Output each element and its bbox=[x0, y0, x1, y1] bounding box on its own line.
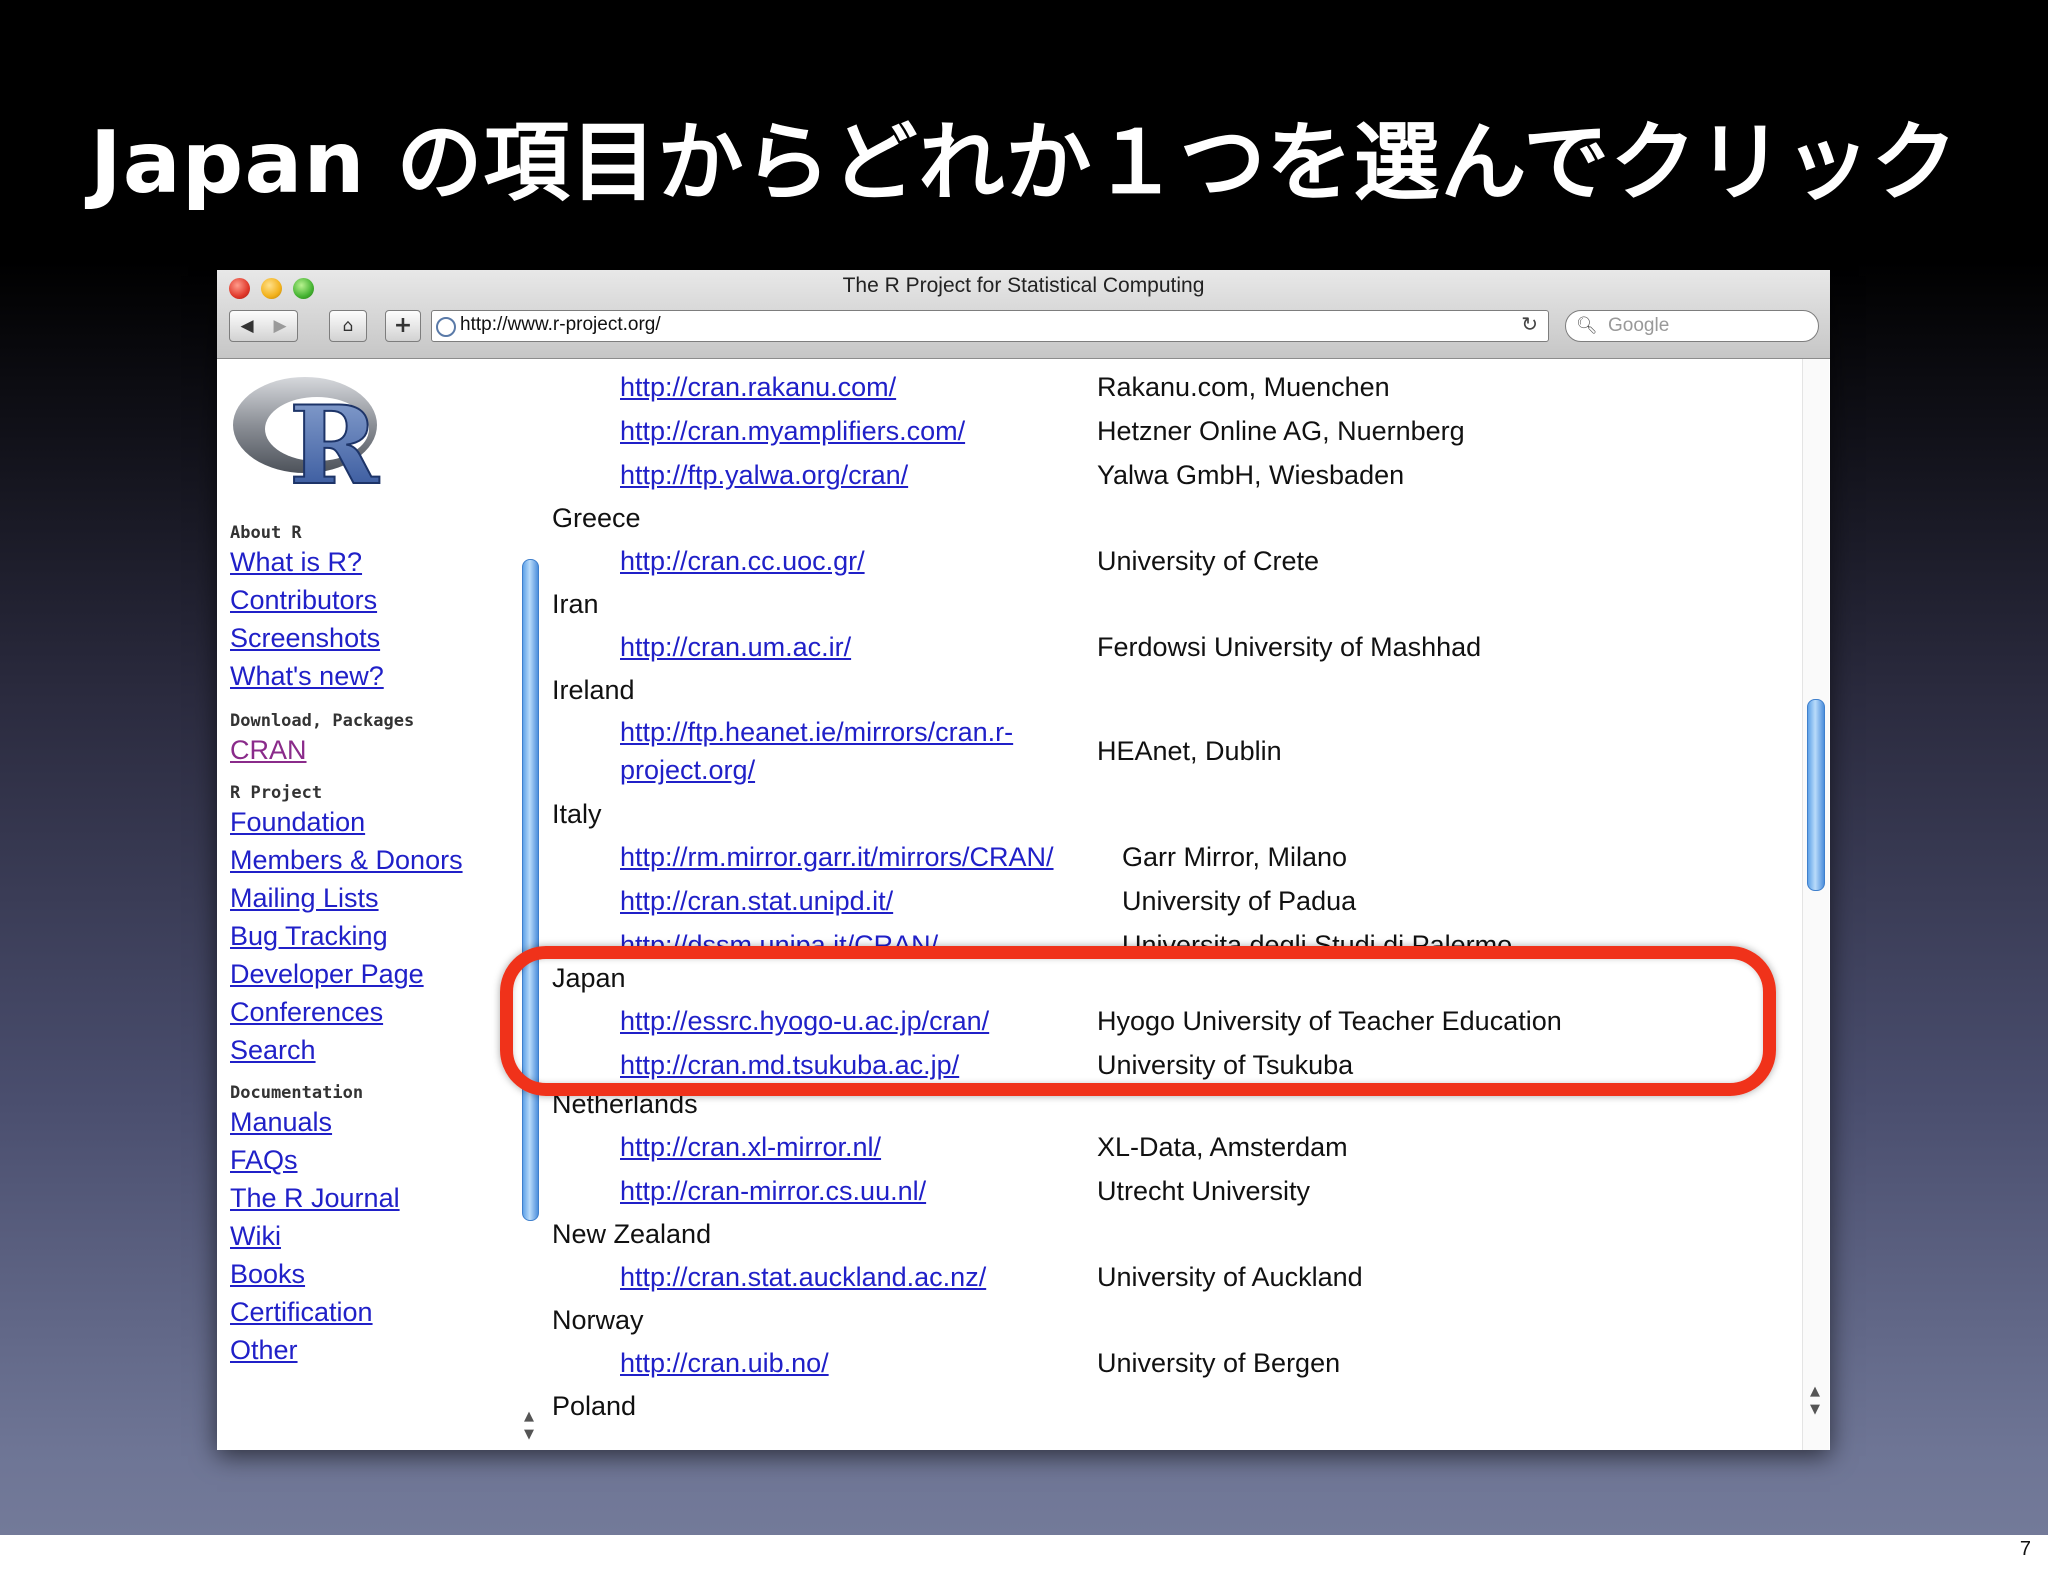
sidebar-link-contributors[interactable]: Contributors bbox=[230, 581, 510, 619]
sidebar-link-other[interactable]: Other bbox=[230, 1331, 510, 1369]
add-bookmark-button[interactable]: + bbox=[385, 310, 421, 342]
browser-window: The R Project for Statistical Computing … bbox=[217, 270, 1830, 1450]
mirror-link[interactable]: http://cran-mirror.cs.uu.nl/ bbox=[620, 1176, 926, 1207]
sidebar-link-developer-page[interactable]: Developer Page bbox=[230, 955, 510, 993]
forward-icon: ▶ bbox=[273, 316, 287, 336]
search-placeholder[interactable]: Google bbox=[1608, 315, 1669, 337]
sidebar-heading-download: Download, Packages bbox=[230, 711, 415, 731]
country-iran: Iran bbox=[552, 589, 599, 619]
sidebar-heading-about: About R bbox=[230, 523, 302, 543]
reload-icon[interactable]: ↻ bbox=[1521, 312, 1538, 336]
back-icon: ◀ bbox=[240, 316, 254, 336]
scroll-up-arrow-icon[interactable]: ▲ bbox=[524, 1409, 534, 1424]
mirror-host: University of Padua bbox=[1122, 886, 1357, 916]
sidebar-link-foundation[interactable]: Foundation bbox=[230, 803, 510, 841]
mirror-host: Utrecht University bbox=[1097, 1176, 1311, 1206]
sidebar-link-conferences[interactable]: Conferences bbox=[230, 993, 510, 1031]
mirror-link[interactable]: http://rm.mirror.garr.it/mirrors/CRAN/ bbox=[620, 842, 1054, 873]
mirror-link[interactable]: http://ftp.yalwa.org/cran/ bbox=[620, 460, 908, 491]
mirror-host: XL-Data, Amsterdam bbox=[1097, 1132, 1348, 1162]
address-bar[interactable]: http://www.r-project.org/ ↻ bbox=[431, 310, 1549, 342]
mirror-link[interactable]: http://cran.uib.no/ bbox=[620, 1348, 829, 1379]
slide-title: Japan の項目からどれか１つを選んでクリック bbox=[89, 113, 1959, 213]
sidebar-link-what-is-r[interactable]: What is R? bbox=[230, 543, 510, 581]
sidebar-link-faqs[interactable]: FAQs bbox=[230, 1141, 510, 1179]
mirror-host: University of Auckland bbox=[1097, 1262, 1363, 1292]
mirror-list: http://cran.rakanu.com/ Rakanu.com, Muen… bbox=[552, 359, 1792, 1450]
sidebar-link-whats-new[interactable]: What's new? bbox=[230, 657, 510, 695]
mirror-link[interactable]: http://cran.xl-mirror.nl/ bbox=[620, 1132, 881, 1163]
mirror-link-continued[interactable]: project.org/ bbox=[620, 755, 755, 786]
sidebar-link-books[interactable]: Books bbox=[230, 1255, 510, 1293]
back-button[interactable]: ◀ bbox=[229, 310, 265, 342]
globe-icon bbox=[436, 317, 456, 337]
mirror-link[interactable]: http://cran.stat.auckland.ac.nz/ bbox=[620, 1262, 986, 1293]
sidebar-link-certification[interactable]: Certification bbox=[230, 1293, 510, 1331]
sidebar-link-manuals[interactable]: Manuals bbox=[230, 1103, 510, 1141]
page-content: R About R What is R? Contributors Screen… bbox=[217, 359, 1830, 1450]
mirror-host: Ferdowsi University of Mashhad bbox=[1097, 632, 1482, 662]
sidebar-link-wiki[interactable]: Wiki bbox=[230, 1217, 510, 1255]
sidebar-frame-scroll-thumb[interactable] bbox=[522, 559, 539, 1221]
mirror-link[interactable]: http://cran.rakanu.com/ bbox=[620, 372, 896, 403]
page-scroll-thumb[interactable] bbox=[1807, 699, 1825, 891]
sidebar-nav: About R What is R? Contributors Screensh… bbox=[230, 519, 510, 1369]
country-poland: Poland bbox=[552, 1391, 637, 1421]
slide-background: Japan の項目からどれか１つを選んでクリック The R Project f… bbox=[0, 0, 2048, 1535]
country-ireland: Ireland bbox=[552, 675, 635, 705]
search-icon: 🔍︎ bbox=[1576, 316, 1598, 336]
search-field[interactable]: 🔍︎ Google bbox=[1565, 310, 1819, 342]
sidebar-link-cran[interactable]: CRAN bbox=[230, 731, 510, 769]
mirror-link[interactable]: http://cran.stat.unipd.it/ bbox=[620, 886, 893, 917]
mirror-link[interactable]: http://cran.cc.uoc.gr/ bbox=[620, 546, 865, 577]
sidebar-heading-documentation: Documentation bbox=[230, 1083, 364, 1103]
country-greece: Greece bbox=[552, 503, 641, 533]
mirror-host: Hetzner Online AG, Nuernberg bbox=[1097, 416, 1465, 446]
mirror-host: Yalwa GmbH, Wiesbaden bbox=[1097, 460, 1405, 490]
sidebar-link-bug-tracking[interactable]: Bug Tracking bbox=[230, 917, 510, 955]
page-scrollbar[interactable]: ▲ ▼ bbox=[1802, 359, 1829, 1450]
add-bookmark-icon: + bbox=[393, 313, 413, 338]
mirror-link[interactable]: http://cran.um.ac.ir/ bbox=[620, 632, 851, 663]
forward-button[interactable]: ▶ bbox=[263, 310, 298, 342]
r-logo[interactable]: R bbox=[229, 367, 389, 495]
mirror-host: Rakanu.com, Muenchen bbox=[1097, 372, 1390, 402]
page-scroll-up-icon[interactable]: ▲ bbox=[1810, 1384, 1820, 1399]
country-italy: Italy bbox=[552, 799, 602, 829]
window-title: The R Project for Statistical Computing bbox=[842, 274, 1205, 297]
address-text[interactable]: http://www.r-project.org/ bbox=[460, 314, 661, 336]
browser-toolbar: The R Project for Statistical Computing … bbox=[217, 270, 1830, 359]
sidebar-link-members-donors[interactable]: Members & Donors bbox=[230, 841, 510, 879]
scroll-down-arrow-icon[interactable]: ▼ bbox=[524, 1427, 534, 1442]
country-norway: Norway bbox=[552, 1305, 644, 1335]
home-button[interactable]: ⌂ bbox=[329, 310, 367, 342]
sidebar-link-search[interactable]: Search bbox=[230, 1031, 510, 1069]
sidebar-frame-scrollbar[interactable]: ▲ ▼ bbox=[518, 359, 544, 1450]
mirror-link[interactable]: http://ftp.heanet.ie/mirrors/cran.r- bbox=[620, 717, 1013, 748]
sidebar-link-r-journal[interactable]: The R Journal bbox=[230, 1179, 510, 1217]
mirror-link[interactable]: http://cran.myamplifiers.com/ bbox=[620, 416, 965, 447]
page-number: 7 bbox=[2019, 1538, 2031, 1560]
sidebar-heading-project: R Project bbox=[230, 783, 323, 803]
mirror-host: University of Bergen bbox=[1097, 1348, 1341, 1378]
page-scroll-down-icon[interactable]: ▼ bbox=[1810, 1402, 1820, 1417]
mirror-host: University of Crete bbox=[1097, 546, 1320, 576]
svg-text:R: R bbox=[289, 383, 380, 495]
mirror-host: HEAnet, Dublin bbox=[1097, 736, 1282, 766]
sidebar-link-screenshots[interactable]: Screenshots bbox=[230, 619, 510, 657]
sidebar-link-mailing-lists[interactable]: Mailing Lists bbox=[230, 879, 510, 917]
country-new-zealand: New Zealand bbox=[552, 1219, 712, 1249]
mirror-host: Garr Mirror, Milano bbox=[1122, 842, 1348, 872]
japan-highlight-box bbox=[500, 946, 1776, 1096]
home-icon: ⌂ bbox=[342, 316, 354, 336]
